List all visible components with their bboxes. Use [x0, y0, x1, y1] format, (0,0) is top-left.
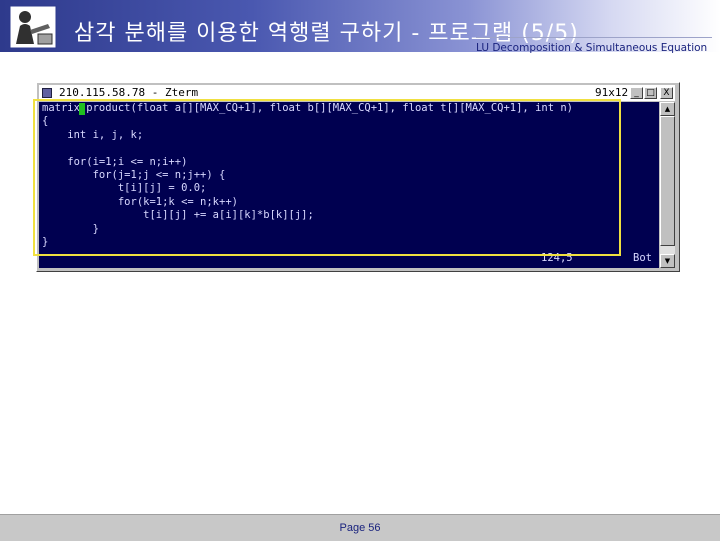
page-number: Page 56 [339, 522, 381, 534]
terminal-scrollbar[interactable]: ▲ ▼ [660, 102, 675, 268]
code-listing: matrix product(float a[][MAX_CQ+1], floa… [42, 102, 574, 249]
slide-subtitle: LU Decomposition & Simultaneous Equation [476, 42, 708, 54]
scroll-up-icon[interactable]: ▲ [660, 102, 675, 116]
terminal-window: 210.115.58.78 - Zterm 91x12 _ □ X matrix… [36, 82, 680, 272]
close-icon[interactable]: X [660, 87, 673, 99]
terminal-size-label: 91x12 [595, 86, 629, 99]
text-cursor [79, 103, 85, 115]
slide-footer: Page 56 [0, 514, 720, 541]
scroll-mode-status: Bot [633, 252, 652, 264]
presenter-logo-icon [9, 5, 57, 49]
slide-header: 삼각 분해를 이용한 역행렬 구하기 - 프로그램 (5/5) LU Decom… [0, 0, 720, 56]
terminal-title: 210.115.58.78 - Zterm [59, 86, 199, 99]
scroll-down-icon[interactable]: ▼ [660, 254, 675, 268]
cursor-position-status: 124,5 [541, 252, 573, 264]
terminal-titlebar[interactable]: 210.115.58.78 - Zterm 91x12 _ □ X [39, 85, 675, 101]
scrollbar-thumb[interactable] [660, 116, 675, 246]
maximize-icon[interactable]: □ [644, 87, 657, 99]
subtitle-divider [476, 37, 712, 38]
terminal-output[interactable]: matrix product(float a[][MAX_CQ+1], floa… [39, 102, 659, 268]
terminal-system-icon[interactable] [42, 88, 52, 98]
minimize-icon[interactable]: _ [630, 87, 643, 99]
